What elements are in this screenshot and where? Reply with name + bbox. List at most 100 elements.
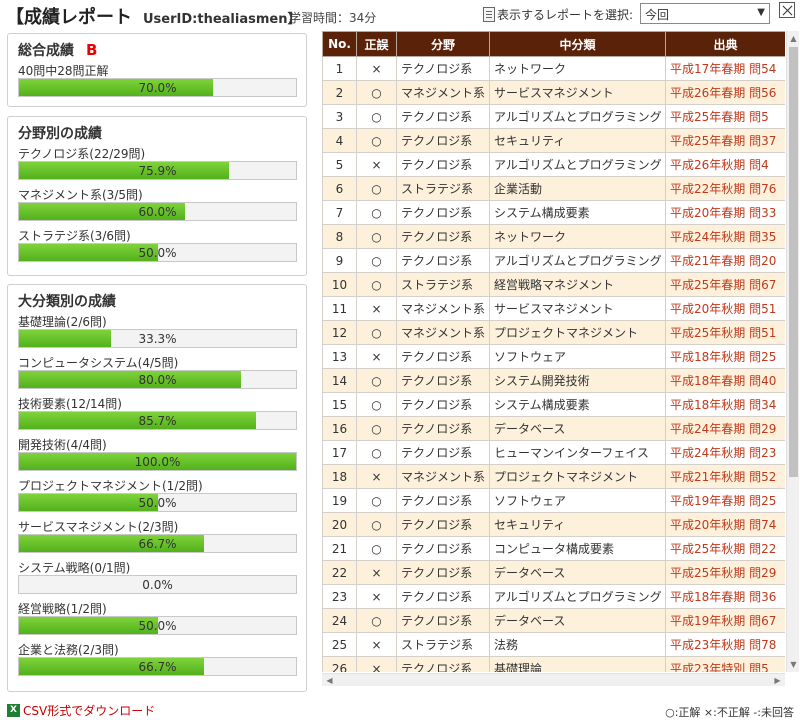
category-score-progress-label: 33.3% [138,332,177,346]
overall-panel: 総合成績 B 40問中28問正解 70.0% [7,33,307,107]
cell-result: ○ [356,272,397,297]
cell-source[interactable]: 平成25年秋期 問29 [665,560,785,585]
overall-summary: 40問中28問正解 [18,64,109,78]
cell-source[interactable]: 平成19年秋期 問67 [665,608,785,633]
table-row[interactable]: 16 ○ テクノロジ系 データベース 平成24年春期 問29 [322,416,785,441]
cell-no: 22 [322,560,357,585]
cell-source[interactable]: 平成25年秋期 問51 [665,320,785,345]
cell-source[interactable]: 平成18年秋期 問34 [665,392,785,417]
table-row[interactable]: 5 × テクノロジ系 アルゴリズムとプログラミング 平成26年秋期 問4 [322,152,785,177]
table-row[interactable]: 20 ○ テクノロジ系 セキュリティ 平成20年秋期 問74 [322,512,785,537]
cell-source[interactable]: 平成18年秋期 問25 [665,344,785,369]
scroll-right-icon[interactable]: ▶ [772,675,783,686]
table-row[interactable]: 22 × テクノロジ系 データベース 平成25年秋期 問29 [322,560,785,585]
category-score-progress-label: 50.0% [138,619,177,633]
cell-source[interactable]: 平成26年春期 問56 [665,80,785,105]
field-scores-panel: 分野別の成績 テクノロジ系(22/29問) 75.9% マネジメント系(3/5問) 6… [7,116,307,276]
cell-source[interactable]: 平成25年春期 問5 [665,104,785,129]
category-scores-panel: 大分類別の成績 基礎理論(2/6問) 33.3% コンピュータシステム(4/5問) 8… [7,284,307,692]
cell-no: 15 [322,392,357,417]
horizontal-scrollbar[interactable]: ◀ ▶ [322,673,785,686]
header-no: No. [322,31,357,57]
cell-source[interactable]: 平成24年春期 問29 [665,416,785,441]
csv-download-link[interactable]: X CSV形式でダウンロード [7,702,155,719]
cell-source[interactable]: 平成18年春期 問40 [665,368,785,393]
field-score-progress-bar: 50.0% [18,243,297,262]
cell-field: テクノロジ系 [396,128,490,153]
table-row[interactable]: 19 ○ テクノロジ系 ソフトウェア 平成19年春期 問25 [322,488,785,513]
table-row[interactable]: 26 × テクノロジ系 基礎理論 平成23年特別 問5 [322,656,785,672]
cell-source[interactable]: 平成21年春期 問20 [665,248,785,273]
category-score-progress-label: 100.0% [134,455,181,469]
table-row[interactable]: 21 ○ テクノロジ系 コンピュータ構成要素 平成25年秋期 問22 [322,536,785,561]
cell-subcategory: アルゴリズムとプログラミング [489,584,666,609]
scroll-down-icon[interactable]: ▼ [788,659,799,670]
cell-source[interactable]: 平成23年秋期 問78 [665,632,785,657]
table-row[interactable]: 13 × テクノロジ系 ソフトウェア 平成18年秋期 問25 [322,344,785,369]
cell-source[interactable]: 平成25年春期 問37 [665,128,785,153]
table-row[interactable]: 8 ○ テクノロジ系 ネットワーク 平成24年秋期 問35 [322,224,785,249]
cell-no: 14 [322,368,357,393]
cell-source[interactable]: 平成26年秋期 問4 [665,152,785,177]
cell-subcategory: アルゴリズムとプログラミング [489,248,666,273]
table-row[interactable]: 24 ○ テクノロジ系 データベース 平成19年秋期 問67 [322,608,785,633]
table-row[interactable]: 1 × テクノロジ系 ネットワーク 平成17年春期 問54 [322,56,785,81]
table-row[interactable]: 3 ○ テクノロジ系 アルゴリズムとプログラミング 平成25年春期 問5 [322,104,785,129]
cell-field: マネジメント系 [396,296,490,321]
cell-source[interactable]: 平成20年春期 問33 [665,200,785,225]
table-row[interactable]: 2 ○ マネジメント系 サービスマネジメント 平成26年春期 問56 [322,80,785,105]
cell-result: ○ [356,440,397,465]
cell-source[interactable]: 平成17年春期 問54 [665,56,785,81]
cell-source[interactable]: 平成23年特別 問5 [665,656,785,672]
scroll-up-icon[interactable]: ▲ [788,33,799,44]
cell-source[interactable]: 平成19年春期 問25 [665,488,785,513]
cell-no: 2 [322,80,357,105]
cell-subcategory: プロジェクトマネジメント [489,320,666,345]
table-row[interactable]: 12 ○ マネジメント系 プロジェクトマネジメント 平成25年秋期 問51 [322,320,785,345]
table-row[interactable]: 11 × マネジメント系 サービスマネジメント 平成20年秋期 問51 [322,296,785,321]
table-row[interactable]: 9 ○ テクノロジ系 アルゴリズムとプログラミング 平成21年春期 問20 [322,248,785,273]
table-row[interactable]: 18 × マネジメント系 プロジェクトマネジメント 平成21年秋期 問52 [322,464,785,489]
table-row[interactable]: 7 ○ テクノロジ系 システム構成要素 平成20年春期 問33 [322,200,785,225]
question-table-container[interactable]: No. 正誤 分野 中分類 出典 1 × テクノロジ系 ネットワーク 平成17年春期 問… [322,31,785,672]
table-row[interactable]: 10 ○ ストラテジ系 経営戦略マネジメント 平成25年春期 問67 [322,272,785,297]
table-body: 1 × テクノロジ系 ネットワーク 平成17年春期 問54 2 ○ マネジメント系 サービスマネ… [322,56,785,672]
vertical-scrollbar[interactable]: ▲ ▼ [786,31,799,672]
close-button[interactable] [779,2,795,18]
cell-no: 18 [322,464,357,489]
cell-field: テクノロジ系 [396,488,490,513]
cell-subcategory: ネットワーク [489,56,666,81]
overall-heading: 総合成績 B [18,40,296,60]
cell-source[interactable]: 平成18年春期 問36 [665,584,785,609]
cell-source[interactable]: 平成20年秋期 問51 [665,296,785,321]
cell-source[interactable]: 平成21年秋期 問52 [665,464,785,489]
field-scores-list: テクノロジ系(22/29問) 75.9% マネジメント系(3/5問) 60.0% ストラ… [18,145,297,262]
cell-subcategory: 法務 [489,632,666,657]
cell-field: テクノロジ系 [396,368,490,393]
cell-source[interactable]: 平成22年秋期 問76 [665,176,785,201]
cell-result: ○ [356,536,397,561]
table-row[interactable]: 14 ○ テクノロジ系 システム開発技術 平成18年春期 問40 [322,368,785,393]
table-row[interactable]: 23 × テクノロジ系 アルゴリズムとプログラミング 平成18年春期 問36 [322,584,785,609]
table-row[interactable]: 15 ○ テクノロジ系 システム構成要素 平成18年秋期 問34 [322,392,785,417]
table-row[interactable]: 17 ○ テクノロジ系 ヒューマンインターフェイス 平成24年秋期 問23 [322,440,785,465]
cell-source[interactable]: 平成20年秋期 問74 [665,512,785,537]
cell-result: ○ [356,488,397,513]
cell-field: テクノロジ系 [396,392,490,417]
header-source: 出典 [665,31,785,57]
cell-source[interactable]: 平成25年秋期 問22 [665,536,785,561]
scroll-left-icon[interactable]: ◀ [324,675,335,686]
cell-source[interactable]: 平成24年秋期 問35 [665,224,785,249]
result-legend: ○:正解 ×:不正解 -:未回答 [665,706,794,719]
vertical-scroll-thumb[interactable] [789,47,798,477]
cell-subcategory: 企業活動 [489,176,666,201]
cell-source[interactable]: 平成25年春期 問67 [665,272,785,297]
cell-result: ○ [356,200,397,225]
table-row[interactable]: 4 ○ テクノロジ系 セキュリティ 平成25年春期 問37 [322,128,785,153]
report-select[interactable]: 今回 ▼ [640,3,770,24]
table-row[interactable]: 6 ○ ストラテジ系 企業活動 平成22年秋期 問76 [322,176,785,201]
cell-subcategory: コンピュータ構成要素 [489,536,666,561]
cell-subcategory: ソフトウェア [489,488,666,513]
cell-source[interactable]: 平成24年秋期 問23 [665,440,785,465]
table-row[interactable]: 25 × ストラテジ系 法務 平成23年秋期 問78 [322,632,785,657]
